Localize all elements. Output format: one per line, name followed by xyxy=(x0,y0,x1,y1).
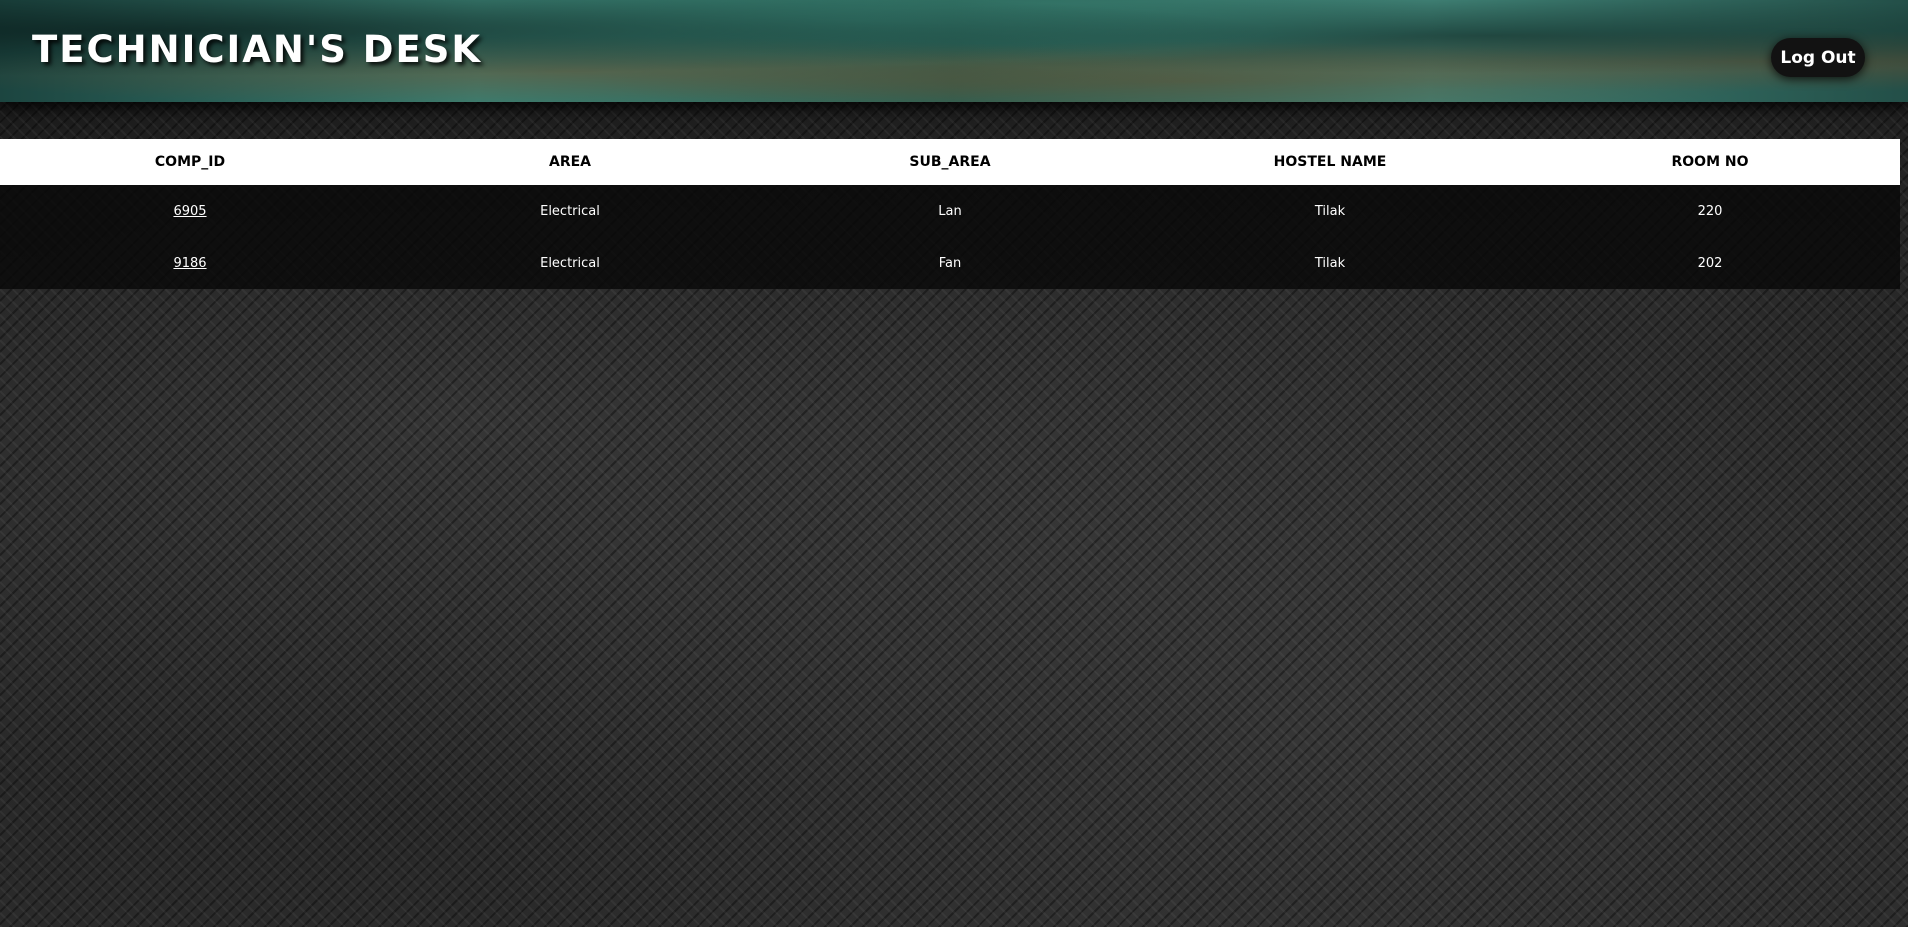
sub-area-cell: Lan xyxy=(760,185,1140,237)
table-row: 6905 Electrical Lan Tilak 220 xyxy=(0,185,1900,237)
hostel-name-cell: Tilak xyxy=(1140,185,1520,237)
hostel-name-cell: Tilak xyxy=(1140,237,1520,289)
room-no-cell: 202 xyxy=(1520,237,1900,289)
comp-id-cell: 9186 xyxy=(0,237,380,289)
area-cell: Electrical xyxy=(380,237,760,289)
table-row: 9186 Electrical Fan Tilak 202 xyxy=(0,237,1900,289)
table-body: 6905 Electrical Lan Tilak 220 9186 Elect… xyxy=(0,185,1900,289)
comp-id-link[interactable]: 9186 xyxy=(173,256,206,271)
comp-id-cell: 6905 xyxy=(0,185,380,237)
page-header: TECHNICIAN'S DESK Log Out xyxy=(0,0,1908,102)
table-header: COMP_ID AREA SUB_AREA HOSTEL NAME ROOM N… xyxy=(0,139,1900,185)
complaints-table: COMP_ID AREA SUB_AREA HOSTEL NAME ROOM N… xyxy=(0,139,1900,289)
area-cell: Electrical xyxy=(380,185,760,237)
sub-area-cell: Fan xyxy=(760,237,1140,289)
site-title: TECHNICIAN'S DESK xyxy=(32,28,483,71)
table-header-row: COMP_ID AREA SUB_AREA HOSTEL NAME ROOM N… xyxy=(0,139,1900,185)
column-header-sub-area: SUB_AREA xyxy=(760,139,1140,185)
room-no-cell: 220 xyxy=(1520,185,1900,237)
column-header-hostel-name: HOSTEL NAME xyxy=(1140,139,1520,185)
logout-button[interactable]: Log Out xyxy=(1771,38,1865,77)
column-header-comp-id: COMP_ID xyxy=(0,139,380,185)
comp-id-link[interactable]: 6905 xyxy=(173,204,206,219)
column-header-room-no: ROOM NO xyxy=(1520,139,1900,185)
column-header-area: AREA xyxy=(380,139,760,185)
